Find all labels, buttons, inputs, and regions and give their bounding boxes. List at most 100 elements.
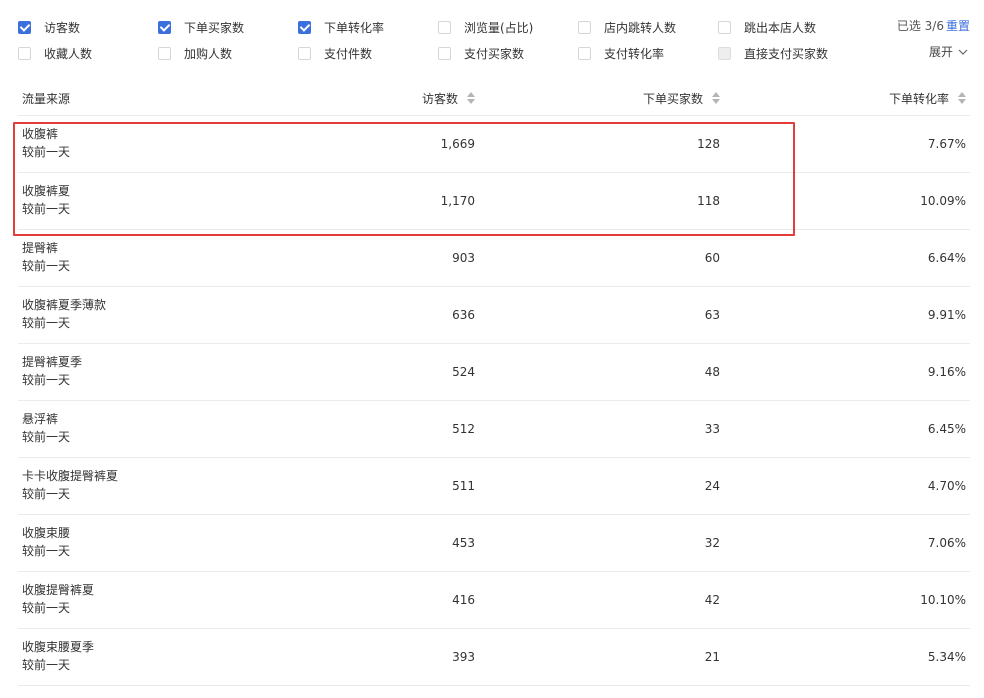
source-name: 收腹裤 [22,127,59,141]
source-cell: 卡卡收腹提臀裤夏 较前一天 [22,467,118,503]
conversion-value: 6.45% [927,422,966,436]
table-row[interactable]: 悬浮裤较前一天 512 33 6.45% [18,401,970,458]
metric-selector: 访客数 下单买家数 下单转化率 浏览量(占比) 店内跳转人数 跳出本店人数 收藏… [0,0,984,80]
buyers-value: 128 [697,137,720,151]
metric-label: 店内跳转人数 [604,20,677,35]
compare-label: 较前一天 [22,316,71,330]
metric-checkbox-favorites[interactable]: 收藏人数 [18,43,92,63]
visitors-value: 393 [452,650,475,664]
compare-label: 较前一天 [22,202,71,216]
visitors-value: 903 [452,251,475,265]
metric-checkbox-order-buyers[interactable]: 下单买家数 [158,17,244,37]
checkbox-icon [18,46,31,60]
buyers-value: 42 [704,593,720,607]
chevron-down-icon [958,49,968,55]
checkbox-icon [718,46,731,60]
expand-label: 展开 [928,45,953,59]
selected-count: 已选 3/6 [896,19,944,33]
checkbox-icon [158,20,171,34]
metric-checkbox-order-conversion[interactable]: 下单转化率 [298,17,384,37]
conversion-value: 4.70% [927,479,966,493]
source-name: 提臀裤 [22,241,59,255]
checkbox-icon [438,46,451,60]
table-body: 收腹裤 较前一天 1,669 128 7.67% 收腹裤夏 较前一天 1,170 118 10.0… [18,116,970,686]
checkbox-icon [298,46,311,60]
header-visitors-label: 访客数 [421,91,458,106]
header-visitors[interactable]: 访客数 [422,80,475,116]
table-row[interactable]: 提臀裤夏季 较前一天 524 48 9.16% [18,344,970,401]
conversion-value: 7.06% [927,536,966,550]
metric-label: 访客数 [44,20,81,35]
metric-checkbox-paid-conversion[interactable]: 支付转化率 [578,43,664,63]
source-cell: 收腹束腰 较前一天 [22,524,70,560]
metric-checkbox-bounces[interactable]: 跳出本店人数 [718,17,816,37]
checkbox-icon [578,20,591,34]
header-source: 流量来源 [22,80,70,116]
table-row[interactable]: 收腹束腰夏季 较前一天 393 21 5.34% [18,629,970,686]
metric-checkbox-direct-paid-buyers[interactable]: 直接支付买家数 [718,43,828,63]
visitors-value: 524 [452,365,475,379]
sort-icon[interactable] [467,92,475,104]
checkbox-icon [578,46,591,60]
table-row[interactable]: 收腹裤夏季薄款 较前一天 636 63 9.91% [18,287,970,344]
metric-checkbox-in-store-jumps[interactable]: 店内跳转人数 [578,17,676,37]
metric-checkbox-add-to-cart[interactable]: 加购人数 [158,43,232,63]
header-source-label: 流量来源 [22,91,71,106]
reset-link[interactable]: 重置 [946,17,970,34]
expand-toggle[interactable]: 展开 [929,43,968,60]
source-cell: 悬浮裤 较前一天 [22,410,70,446]
compare-label: 较前一天 [22,487,71,501]
source-name: 悬浮裤 [22,412,59,426]
table-row[interactable]: 收腹束腰 较前一天 453 32 7.06% [18,515,970,572]
visitors-value: 512 [452,422,475,436]
conversion-value: 10.10% [920,593,966,607]
metric-label: 直接支付买家数 [744,46,829,61]
conversion-value: 9.91% [927,308,966,322]
metric-label: 浏览量(占比) [464,20,534,35]
compare-label: 较前一天 [22,544,71,558]
source-name: 收腹束腰 [22,526,71,540]
compare-label: 较前一天 [22,373,71,387]
metric-checkbox-pageviews[interactable]: 浏览量(占比) [438,17,533,37]
conversion-value: 10.09% [920,194,966,208]
header-buyers[interactable]: 下单买家数 [643,80,720,116]
visitors-value: 453 [452,536,475,550]
metric-label: 支付转化率 [604,46,665,61]
source-name: 收腹束腰夏季 [22,640,95,654]
table-row[interactable]: 收腹裤夏较前一天 1,170 118 10.09% [18,173,970,230]
visitors-value: 1,669 [440,137,475,151]
buyers-value: 118 [697,194,720,208]
header-conversion[interactable]: 下单转化率 [889,80,966,116]
compare-label: 较前一天 [22,430,71,444]
metric-checkbox-visitors[interactable]: 访客数 [18,17,80,37]
compare-label: 较前一天 [22,259,71,273]
checkbox-icon [718,20,731,34]
compare-label: 较前一天 [22,145,71,159]
table-row[interactable]: 提臀裤 较前一天 903 60 6.64% [18,230,970,287]
buyers-value: 33 [704,422,720,436]
metric-label: 下单转化率 [324,20,385,35]
metric-label: 收藏人数 [44,46,93,61]
metric-label: 跳出本店人数 [744,20,817,35]
conversion-value: 5.34% [927,650,966,664]
checkbox-icon [18,20,31,34]
source-name: 提臀裤夏季 [22,355,83,369]
metric-checkbox-paid-buyers[interactable]: 支付买家数 [438,43,524,63]
checkbox-icon [158,46,171,60]
source-cell: 收腹提臀裤夏 较前一天 [22,581,94,617]
visitors-value: 636 [452,308,475,322]
traffic-source-table: 流量来源 访客数 下单买家数 下单转化率 收腹裤 较前一天 1,669 128 7.67… [18,80,970,686]
metric-checkbox-paid-items[interactable]: 支付件数 [298,43,372,63]
source-cell: 提臀裤 较前一天 [22,239,70,275]
metric-label: 支付件数 [324,46,373,61]
sort-icon[interactable] [958,92,966,104]
sort-icon[interactable] [712,92,720,104]
source-name: 收腹裤夏 [22,184,71,198]
table-row[interactable]: 收腹提臀裤夏 较前一天 416 42 10.10% [18,572,970,629]
conversion-value: 6.64% [927,251,966,265]
table-row[interactable]: 收腹裤 较前一天 1,669 128 7.67% [18,116,970,173]
table-row[interactable]: 卡卡收腹提臀裤夏 较前一天 511 24 4.70% [18,458,970,515]
header-conversion-label: 下单转化率 [888,91,949,106]
checkbox-icon [298,20,311,34]
visitors-value: 1,170 [440,194,475,208]
